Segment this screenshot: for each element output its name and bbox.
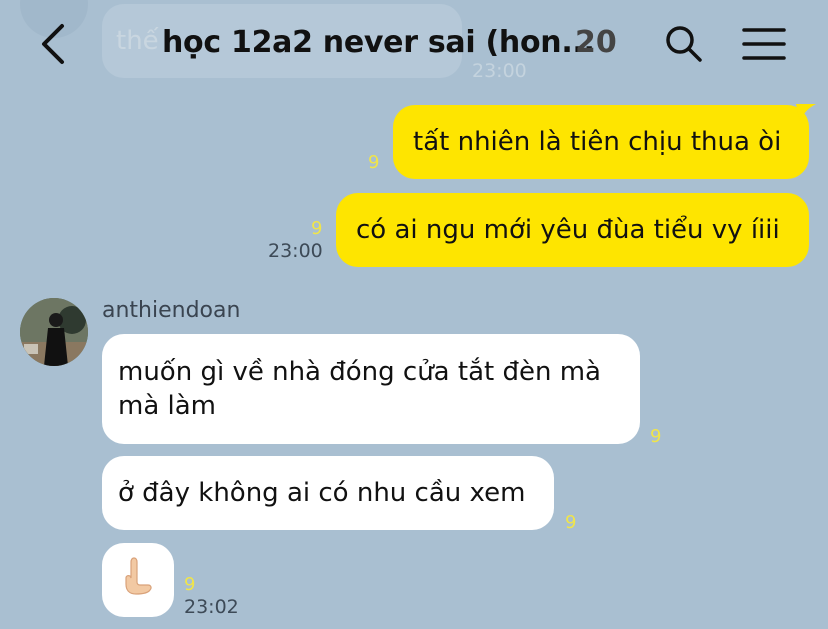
message-time: 23:00 (268, 240, 323, 262)
unread-count: 9 (311, 218, 323, 239)
sender-name: anthiendoan (102, 298, 241, 323)
their-emoji-bubble[interactable] (102, 543, 174, 617)
message-time: 23:02 (184, 596, 239, 618)
message-text: ở đây không ai có nhu cầu xem (118, 478, 526, 508)
message-text-line-1: muốn gì về nhà đóng cửa tắt đèn mà (118, 357, 601, 387)
avatar[interactable] (20, 298, 88, 366)
faded-message-text: thế (116, 26, 159, 56)
unread-count: 9 (184, 574, 196, 595)
bubble-tail-icon (796, 104, 816, 122)
their-message-bubble[interactable]: ở đây không ai có nhu cầu xem (102, 456, 554, 530)
back-arrow-icon[interactable] (36, 22, 76, 66)
ok-hand-emoji-icon (122, 556, 154, 605)
search-icon[interactable] (664, 24, 704, 64)
their-message-bubble[interactable]: muốn gì về nhà đóng cửa tắt đèn mà mà là… (102, 334, 640, 444)
my-message-bubble[interactable]: có ai ngu mới yêu đùa tiểu vy íiii (336, 193, 809, 267)
chat-title[interactable]: học 12a2 never sai (hon... (162, 25, 595, 60)
message-text: tất nhiên là tiên chịu thua òi (413, 127, 782, 157)
unread-count: 9 (650, 426, 662, 447)
message-text-line-2: mà làm (118, 391, 217, 421)
member-count: 20 (575, 25, 617, 60)
faded-message-time: 23:00 (472, 60, 527, 82)
my-message-bubble[interactable]: tất nhiên là tiên chịu thua òi (393, 105, 809, 179)
message-text: có ai ngu mới yêu đùa tiểu vy íiii (356, 215, 780, 245)
menu-icon[interactable] (742, 26, 786, 62)
unread-count: 9 (565, 512, 577, 533)
unread-count: 9 (368, 152, 380, 173)
